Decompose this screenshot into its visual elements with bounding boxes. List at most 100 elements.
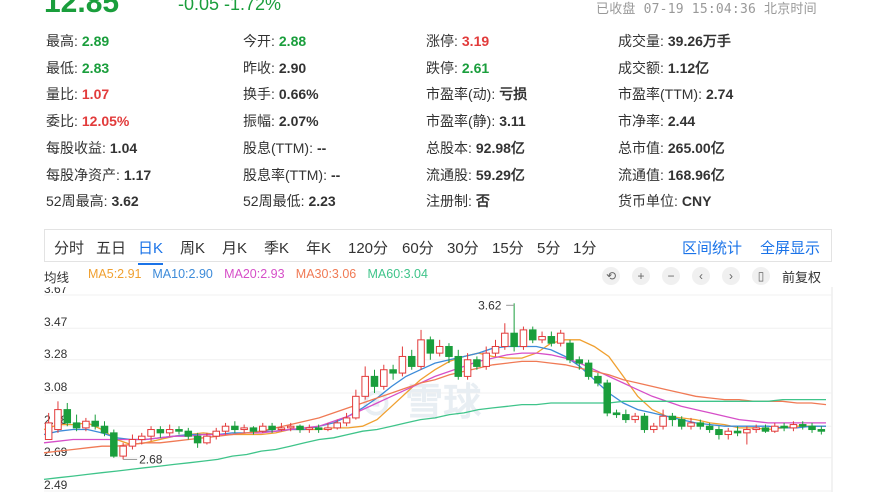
candle-body	[668, 415, 677, 421]
candle-body	[156, 429, 165, 434]
stat-value: 否	[475, 193, 490, 210]
stat-item: 今开: 2.88	[243, 31, 306, 51]
kline-chart[interactable]: 3.673.473.283.082.882.692.49⊙ 雪球3.622.68	[0, 287, 870, 492]
stat-item: 股息(TTM): --	[243, 138, 326, 158]
ma-legend-item: MA20:2.93	[224, 267, 285, 281]
candle-body	[277, 427, 286, 431]
reset-icon[interactable]: ⟲	[602, 267, 620, 285]
stat-item: 委比: 12.05%	[46, 111, 129, 131]
stat-value: --	[316, 139, 327, 156]
candle-body	[91, 420, 99, 427]
stat-value: 2.23	[308, 193, 336, 210]
lock-icon[interactable]: ▯	[752, 267, 770, 285]
candle-body	[184, 430, 193, 437]
tab-3[interactable]: 周K	[180, 237, 205, 258]
tab-12[interactable]: 1分	[573, 237, 596, 258]
zoom-out-icon[interactable]: −	[662, 267, 680, 285]
candle-body	[705, 425, 714, 431]
market-status: 已收盘 07-19 15:04:36 北京时间	[596, 2, 817, 17]
stat-item: 市盈率(动): 亏损	[426, 84, 527, 104]
stat-label: 振幅:	[243, 113, 275, 130]
stat-value: 2.89	[81, 33, 110, 49]
quote-header: 12.85 -0.05 -1.72% 已收盘 07-19 15:04:36 北京…	[0, 0, 870, 20]
tab-5[interactable]: 季K	[264, 237, 289, 258]
stat-label: 52周最低:	[243, 193, 305, 210]
candle-body	[575, 359, 584, 364]
candle-body	[435, 345, 444, 354]
fullscreen-link[interactable]: 全屏显示	[760, 237, 820, 258]
candle-body	[752, 427, 760, 431]
candle-body	[761, 427, 770, 432]
annotation-low: 2.68	[139, 452, 163, 466]
stat-label: 跌停:	[426, 59, 458, 76]
stat-item: 流通股: 59.29亿	[426, 165, 525, 185]
tab-1[interactable]: 五日	[96, 237, 126, 258]
stat-label: 市盈率(静):	[426, 113, 496, 130]
stat-label: 成交额:	[618, 59, 664, 76]
stat-label: 市盈率(动):	[426, 86, 496, 103]
tab-0[interactable]: 分时	[54, 237, 84, 258]
stat-value: 1.04	[109, 139, 138, 156]
tab-6[interactable]: 年K	[306, 237, 331, 258]
tab-8[interactable]: 60分	[402, 237, 434, 258]
stat-item: 量比: 1.07	[46, 84, 109, 104]
price-change: -0.05 -1.72%	[178, 0, 282, 14]
adjust-mode-button[interactable]: 前复权	[782, 267, 821, 286]
interval-stats-link[interactable]: 区间统计	[682, 237, 742, 258]
candle-body	[426, 339, 435, 354]
stat-value: 3.11	[499, 113, 526, 130]
ma-legend-item: MA10:2.90	[152, 267, 213, 281]
stat-item: 市盈率(静): 3.11	[426, 111, 526, 131]
stat-value: 2.90	[278, 59, 307, 76]
candle-body	[389, 369, 397, 374]
stat-label: 委比:	[46, 113, 78, 130]
candle-body	[715, 429, 723, 436]
candle-body	[584, 362, 593, 377]
candle-body	[119, 445, 127, 457]
stat-item: 总股本: 92.98亿	[426, 138, 525, 158]
candle-body	[482, 352, 490, 367]
candle-body	[743, 429, 751, 434]
stat-label: 昨收:	[243, 59, 275, 76]
candle-body	[696, 422, 705, 427]
candle-body	[445, 345, 453, 357]
candle-body	[63, 409, 72, 424]
candle-body	[333, 422, 342, 429]
stat-label: 最高:	[46, 33, 78, 49]
candle-body	[454, 355, 463, 377]
stat-item: 注册制: 否	[426, 191, 490, 211]
candle-body	[622, 414, 630, 421]
stat-label: 成交量:	[618, 33, 664, 49]
tab-9[interactable]: 30分	[447, 237, 479, 258]
candle-body	[165, 429, 174, 434]
candle-body	[221, 425, 230, 432]
stat-label: 总市值:	[618, 139, 664, 156]
candle-body	[491, 345, 500, 354]
stat-item: 货币单位: CNY	[618, 191, 711, 211]
chevron-right-icon[interactable]: ›	[722, 267, 740, 285]
chevron-left-icon[interactable]: ‹	[692, 267, 710, 285]
tab-4[interactable]: 月K	[222, 237, 247, 258]
candle-body	[296, 425, 304, 431]
candle-body	[463, 359, 472, 377]
zoom-in-icon[interactable]: +	[632, 267, 650, 285]
candle-body	[501, 332, 509, 347]
tab-7[interactable]: 120分	[348, 237, 388, 258]
stat-value: --	[330, 166, 341, 183]
candle-body	[771, 425, 779, 432]
candle-body	[380, 369, 388, 387]
tab-10[interactable]: 15分	[492, 237, 524, 258]
stat-value: 168.96亿	[667, 166, 725, 183]
tab-11[interactable]: 5分	[537, 237, 560, 258]
candle-body	[110, 432, 118, 457]
candle-body	[780, 425, 788, 429]
stat-item: 流通值: 168.96亿	[618, 165, 725, 185]
stat-value: 3.19	[461, 33, 490, 49]
tab-2[interactable]: 日K	[138, 237, 164, 265]
candle-body	[519, 329, 528, 347]
y-tick-label: 3.47	[44, 315, 68, 329]
stat-value: 3.62	[111, 193, 139, 210]
candle-body	[203, 435, 211, 444]
stat-item: 股息率(TTM): --	[243, 165, 340, 185]
stat-value: 0.66%	[278, 86, 319, 103]
